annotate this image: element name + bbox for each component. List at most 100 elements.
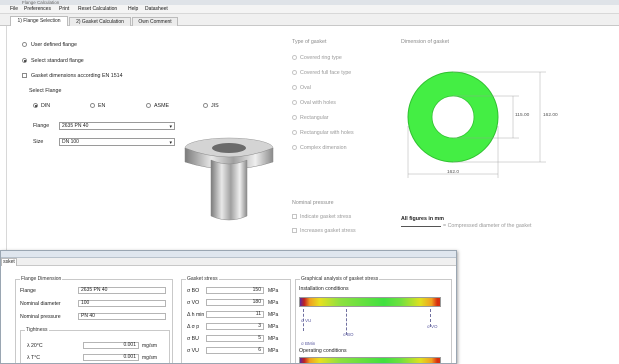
menu-preferences[interactable]: Preferences <box>24 6 51 13</box>
standard-flange-radio[interactable] <box>22 58 27 63</box>
menu-file[interactable]: File <box>10 6 18 13</box>
gs-vo-unit: MPa <box>268 300 279 306</box>
tightness-20-label: λ 20°C <box>27 343 43 349</box>
asme-radio[interactable] <box>146 103 151 108</box>
gasket-oval-label: Oval <box>300 85 311 91</box>
gs-bu-label: σ BU <box>187 336 199 342</box>
flange-label: Flange <box>33 123 50 129</box>
din-label: DIN <box>41 103 51 109</box>
menu-print[interactable]: Print <box>59 6 69 13</box>
flange-dimension-title: Flange Dimension <box>20 276 63 282</box>
gasket-ring-inner <box>431 95 475 139</box>
gasket-rectangular-radio[interactable] <box>292 115 297 120</box>
en1514-checkbox[interactable] <box>22 73 27 78</box>
marker-vu-label: σ VU <box>301 318 312 323</box>
gs-vo-field[interactable]: 180 <box>206 299 264 306</box>
tightness-t-label: λ T°C <box>27 355 41 361</box>
size-select-value: DN 100 <box>62 139 79 145</box>
chevron-down-icon: ▾ <box>169 124 172 130</box>
installation-stress-bar <box>299 297 441 307</box>
indicate-stress-checkbox[interactable] <box>292 214 297 219</box>
overlay-tab-bar: ssket <box>1 258 456 266</box>
flange-3d-image <box>184 137 274 221</box>
figures-note: All figures in mm <box>401 216 444 222</box>
gs-bu-field[interactable]: 5 <box>206 335 264 342</box>
gs-bu-unit: MPa <box>268 336 279 342</box>
fd-flange-field[interactable]: 2635 PN 40 <box>78 287 166 294</box>
chevron-down-icon: ▾ <box>169 140 172 146</box>
fd-flange-label: Flange <box>20 288 36 294</box>
gs-bo-field[interactable]: 150 <box>206 287 264 294</box>
tightness-t-field[interactable]: 0.001 <box>83 354 139 361</box>
jis-radio[interactable] <box>203 103 208 108</box>
gs-bo-unit: MPa <box>268 288 279 294</box>
operating-label: Operating conditions <box>299 348 347 354</box>
gasket-oval-holes-radio[interactable] <box>292 100 297 105</box>
tightness-title: Tightness <box>25 327 49 333</box>
tab-own-comment[interactable]: Own Comment <box>132 17 178 26</box>
overlay-title-bar <box>1 251 456 258</box>
gasket-rect-holes-radio[interactable] <box>292 130 297 135</box>
installation-label: Installation conditions <box>299 286 349 292</box>
gs-vo-label: σ VO <box>187 300 200 306</box>
fd-nominal-diameter-label: Nominal diameter <box>20 301 61 307</box>
gs-sp-unit: MPa <box>268 324 279 330</box>
menu-datasheet[interactable]: Datasheet <box>145 6 168 13</box>
tightness-20-field[interactable]: 0.001 <box>83 342 139 349</box>
gs-vu-label: σ VU <box>187 348 199 354</box>
gasket-oval-holes-label: Oval with holes <box>300 100 336 106</box>
tab-gasket[interactable]: ssket <box>1 258 17 266</box>
gasket-covered-full-face-label: Covered full face type <box>300 70 352 76</box>
gasket-oval-radio[interactable] <box>292 85 297 90</box>
flange-select-value: 2635 PN 40 <box>62 123 89 129</box>
gasket-covered-full-face-radio[interactable] <box>292 70 297 75</box>
gs-hmin-field[interactable]: 11 <box>206 311 264 318</box>
fd-nominal-diameter-field[interactable]: 100 <box>78 300 166 307</box>
gasket-ring-diagram <box>407 71 546 178</box>
select-flange-title: Select Flange <box>29 88 62 94</box>
size-label: Size <box>33 139 44 145</box>
outer-diameter-value: 162.00 <box>543 113 558 118</box>
gasket-width-value: 162.0 <box>447 170 460 175</box>
din-radio[interactable] <box>33 103 38 108</box>
jis-label: JIS <box>211 103 219 109</box>
gasket-complex-label: Complex dimension <box>300 145 347 151</box>
gs-bo-label: σ BO <box>187 288 200 294</box>
en-label: EN <box>98 103 106 109</box>
en-radio[interactable] <box>90 103 95 108</box>
increase-stress-checkbox[interactable] <box>292 228 297 233</box>
menu-bar: File Preferences Print Reset Calculation… <box>0 5 619 14</box>
gasket-rectangular-label: Rectangular <box>300 115 329 121</box>
marker-bo-label: σ BO <box>343 332 354 337</box>
operating-stress-bar <box>299 357 441 363</box>
size-select[interactable]: DN 100 ▾ <box>59 138 175 146</box>
en1514-label: Gasket dimensions according EN 1514 <box>31 73 123 79</box>
menu-reset[interactable]: Reset Calculation <box>78 6 117 13</box>
asme-label: ASME <box>154 103 170 109</box>
gs-hmin-label: Δ h min <box>187 312 205 318</box>
tightness-20-unit: mg/sm <box>142 343 157 349</box>
indicate-stress-label: Indicate gasket stress <box>300 214 352 220</box>
user-defined-radio[interactable] <box>22 42 27 47</box>
increase-stress-label: Increases gasket stress <box>300 228 356 234</box>
gasket-covered-ring-label: Covered ring type <box>300 55 342 61</box>
fd-nominal-pressure-label: Nominal pressure <box>20 314 61 320</box>
flange-select[interactable]: 2635 PN 40 ▾ <box>59 122 175 130</box>
gs-vu-field[interactable]: 6 <box>206 347 264 354</box>
fd-nominal-pressure-field[interactable]: PN 40 <box>78 313 166 320</box>
gasket-complex-radio[interactable] <box>292 145 297 150</box>
dimension-title: Dimension of gasket <box>401 39 449 45</box>
graphical-analysis-title: Graphical analysis of gasket stress <box>300 276 380 282</box>
tab-bar: 1) Flange Selection 2) Gasket Calculatio… <box>0 14 619 27</box>
tightness-t-unit: mg/sm <box>142 355 157 361</box>
compressed-diameter-note: = Compressed diameter of the gasket <box>443 223 532 229</box>
gs-sp-label: Δ σ p <box>187 324 200 330</box>
gs-sp-field[interactable]: 3 <box>206 323 264 330</box>
gasket-covered-ring-radio[interactable] <box>292 55 297 60</box>
tab-gasket-calculation[interactable]: 2) Gasket Calculation <box>69 17 131 26</box>
gs-hmin-unit: MPa <box>268 312 279 318</box>
inner-diameter-value: 115.00 <box>515 113 530 118</box>
gasket-rect-holes-label: Rectangular with holes <box>300 130 354 136</box>
menu-help[interactable]: Help <box>128 6 138 13</box>
standard-flange-label: Select standard flange <box>31 58 84 64</box>
